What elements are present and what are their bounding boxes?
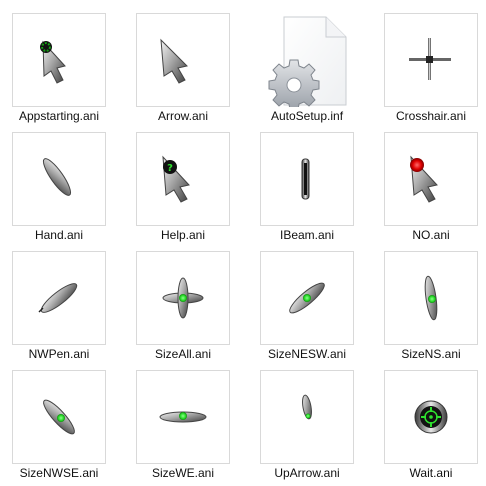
file-item-autosetup[interactable]: AutoSetup.inf [256, 10, 352, 123]
file-thumbnail [260, 251, 354, 345]
file-thumbnail [384, 132, 478, 226]
size-all-cursor-icon [162, 277, 204, 319]
file-name: Appstarting.ani [18, 109, 100, 123]
file-name: Help.ani [160, 228, 206, 242]
size-nesw-cursor-icon [289, 282, 325, 314]
size-nwse-cursor-icon [43, 399, 75, 435]
crosshair-cursor-icon [409, 38, 451, 80]
file-thumbnail [136, 370, 230, 464]
file-item-hand[interactable]: Hand.ani [8, 129, 106, 242]
file-thumbnail [260, 132, 354, 226]
no-cursor-icon [410, 155, 438, 203]
file-name: SizeNS.ani [401, 347, 461, 361]
file-name: Crosshair.ani [395, 109, 467, 123]
appstarting-cursor-icon [40, 40, 66, 84]
file-item-nwpen[interactable]: NWPen.ani [8, 248, 106, 361]
size-ns-cursor-icon [424, 275, 438, 321]
up-arrow-cursor-icon [302, 394, 312, 420]
file-item-arrow[interactable]: Arrow.ani [132, 10, 230, 123]
file-thumbnail: ? [136, 132, 230, 226]
file-name: Wait.ani [409, 466, 453, 480]
file-thumbnail [12, 13, 106, 107]
file-name: AutoSetup.inf [270, 109, 344, 123]
hand-cursor-icon [42, 158, 72, 196]
file-item-sizenwse[interactable]: SizeNWSE.ani [8, 367, 106, 480]
wait-cursor-icon [414, 400, 448, 434]
file-item-wait[interactable]: Wait.ani [380, 367, 478, 480]
file-thumbnail [384, 13, 478, 107]
file-item-sizens[interactable]: SizeNS.ani [380, 248, 478, 361]
svg-text:?: ? [167, 163, 173, 174]
file-name: Hand.ani [34, 228, 84, 242]
file-thumbnail [12, 370, 106, 464]
arrow-cursor-icon [160, 38, 188, 84]
file-thumbnail [136, 13, 230, 107]
file-item-sizenesw[interactable]: SizeNESW.ani [256, 248, 354, 361]
file-name: Arrow.ani [157, 109, 209, 123]
file-name: NWPen.ani [28, 347, 90, 361]
file-item-crosshair[interactable]: Crosshair.ani [380, 10, 478, 123]
file-thumbnail [12, 132, 106, 226]
file-item-uparrow[interactable]: UpArrow.ani [256, 367, 354, 480]
pen-cursor-icon [38, 283, 78, 313]
file-name: IBeam.ani [279, 228, 335, 242]
file-item-appstarting[interactable]: Appstarting.ani [8, 10, 106, 123]
file-grid: Appstarting.ani Arrow.ani AutoSetup.inf [8, 10, 478, 480]
help-cursor-icon: ? [162, 155, 190, 203]
ibeam-cursor-icon [301, 158, 310, 200]
file-thumbnail [260, 370, 354, 464]
file-name: NO.ani [412, 228, 450, 242]
file-thumbnail [136, 251, 230, 345]
file-item-no[interactable]: NO.ani [380, 129, 478, 242]
file-thumbnail [12, 251, 106, 345]
file-name: UpArrow.ani [274, 466, 340, 480]
file-name: SizeWE.ani [151, 466, 215, 480]
size-we-cursor-icon [159, 411, 207, 423]
file-item-sizeall[interactable]: SizeAll.ani [132, 248, 230, 361]
file-thumbnail [264, 13, 358, 107]
file-name: SizeNWSE.ani [19, 466, 99, 480]
file-name: SizeNESW.ani [267, 347, 347, 361]
file-item-sizewe[interactable]: SizeWE.ani [132, 367, 230, 480]
file-name: SizeAll.ani [154, 347, 212, 361]
file-thumbnail [384, 251, 478, 345]
file-thumbnail [384, 370, 478, 464]
file-item-help[interactable]: ? Help.ani [132, 129, 230, 242]
file-item-ibeam[interactable]: IBeam.ani [256, 129, 354, 242]
setup-file-gear-icon [268, 16, 347, 107]
